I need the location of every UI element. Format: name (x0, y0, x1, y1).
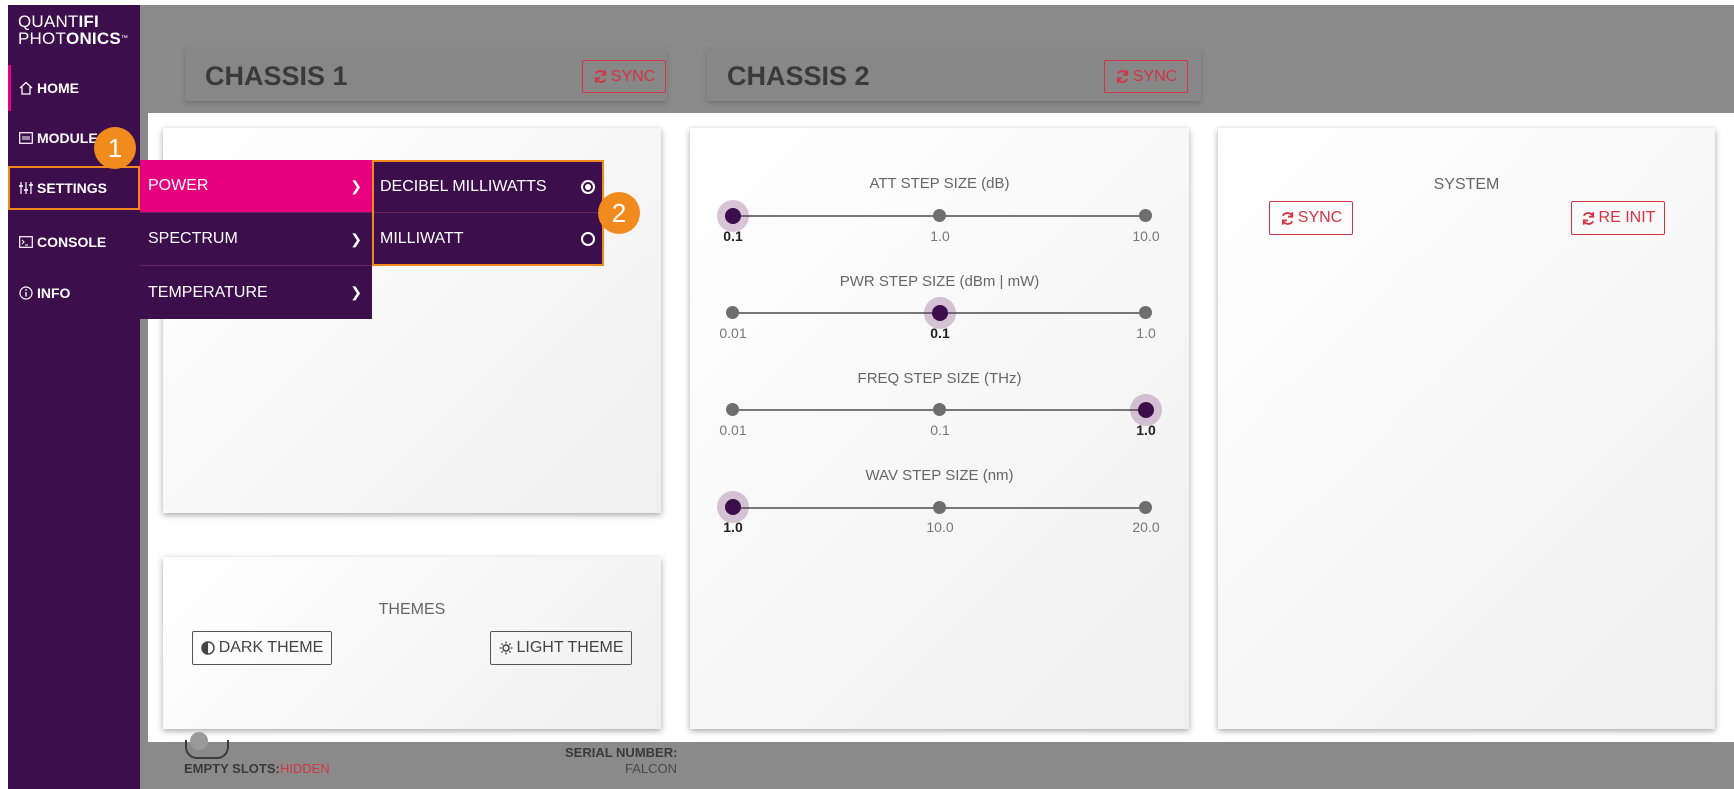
wav-step-slider-handle[interactable] (725, 499, 741, 515)
light-theme-button[interactable]: LIGHT THEME (490, 631, 632, 665)
chassis-title: CHASSIS 2 (727, 61, 870, 91)
tick-label: 1.0 (1136, 325, 1156, 341)
menu-item-spectrum[interactable]: SPECTRUM ❯ (140, 213, 372, 266)
freq-step-tick[interactable] (726, 403, 739, 416)
themes-title: THEMES (378, 601, 446, 618)
pwr-step-size-label: PWR STEP SIZE (dBm | mW) (839, 273, 1040, 290)
dark-theme-label: DARK THEME (218, 639, 324, 656)
sync-label: SYNC (1132, 67, 1178, 85)
annotation-badge-1: 1 (94, 127, 136, 169)
sliders-icon (18, 180, 34, 196)
freq-step-tick[interactable] (933, 403, 946, 416)
att-step-size-label: ATT STEP SIZE (dB) (869, 175, 1010, 192)
tick-label: 0.01 (719, 422, 747, 438)
sidebar-item-label: HOME (37, 80, 79, 96)
system-title: SYSTEM (1433, 176, 1500, 193)
tick-label: 0.01 (719, 325, 747, 341)
refresh-icon (594, 70, 606, 83)
att-step-slider-handle[interactable] (725, 208, 741, 224)
reinit-button[interactable]: RE INIT (1571, 201, 1665, 235)
tick-label: 0.1 (723, 228, 743, 244)
sync-label: SYNC (610, 67, 656, 85)
system-sync-button[interactable]: SYNC (1269, 201, 1353, 235)
serial-number-value: FALCON (625, 761, 678, 776)
tick-label: 1.0 (1136, 422, 1156, 438)
tick-label: 1.0 (930, 228, 950, 244)
sidebar: QUANTIFI PHOTONICS™ HOME MODULES SETTING… (8, 5, 140, 789)
info-icon (18, 285, 34, 301)
console-icon (18, 234, 34, 250)
serial-number-label: SERIAL NUMBER: (565, 745, 678, 760)
chassis-2-sync-button[interactable]: SYNC (1104, 60, 1188, 93)
modules-icon (18, 130, 34, 146)
wav-step-size-label: WAV STEP SIZE (nm) (865, 467, 1014, 484)
chassis-1-header: CHASSIS 1 SYNC (185, 49, 667, 101)
power-option-milliwatt[interactable]: MILLIWATT (374, 213, 602, 264)
menu-item-label: POWER (148, 177, 209, 194)
sidebar-item-info[interactable]: INFO (8, 270, 140, 316)
pwr-step-slider-handle[interactable] (932, 305, 948, 321)
reinit-label: RE INIT (1598, 209, 1656, 226)
radio-checked-icon[interactable] (581, 180, 595, 194)
sidebar-item-settings[interactable]: SETTINGS (8, 166, 140, 210)
sync-label: SYNC (1297, 209, 1343, 226)
menu-item-label: SPECTRUM (148, 230, 238, 247)
home-icon (18, 80, 34, 96)
wav-step-tick[interactable] (1139, 501, 1152, 514)
themes-card: THEMES DARK THEME LIGHT THEME (163, 557, 661, 729)
chassis-title: CHASSIS 1 (205, 61, 348, 91)
sidebar-item-label: CONSOLE (37, 234, 107, 250)
toggle-knob (190, 732, 208, 750)
power-units-submenu: DECIBEL MILLIWATTS MILLIWATT (372, 160, 604, 266)
chevron-right-icon: ❯ (350, 177, 362, 194)
sidebar-item-label: SETTINGS (37, 180, 108, 196)
empty-slots-value: HIDDEN (279, 761, 330, 776)
menu-item-temperature[interactable]: TEMPERATURE ❯ (140, 266, 372, 319)
tick-label: 10.0 (1132, 228, 1160, 244)
att-step-tick[interactable] (1139, 209, 1152, 222)
empty-slots-label: EMPTY SLOTS: (184, 761, 280, 776)
tick-label: 10.0 (926, 519, 954, 535)
chassis-2-header: CHASSIS 2 SYNC (707, 49, 1201, 101)
menu-item-power[interactable]: POWER ❯ (140, 160, 372, 213)
option-label: DECIBEL MILLIWATTS (380, 178, 547, 195)
tick-label: 0.1 (930, 325, 950, 341)
annotation-badge-2: 2 (598, 192, 640, 234)
pwr-step-tick[interactable] (726, 306, 739, 319)
refresh-icon (1281, 211, 1293, 225)
pwr-step-tick[interactable] (1139, 306, 1152, 319)
contrast-icon (200, 641, 215, 655)
system-card: SYSTEM SYNC RE INIT (1218, 128, 1715, 729)
menu-item-label: TEMPERATURE (148, 283, 268, 301)
sidebar-item-console[interactable]: CONSOLE (8, 219, 140, 265)
empty-slots-toggle[interactable] (185, 732, 229, 759)
freq-step-size-label: FREQ STEP SIZE (THz) (857, 370, 1022, 387)
quantifi-logo: QUANTIFI PHOTONICS™ (18, 12, 129, 48)
sidebar-item-label: INFO (37, 285, 71, 301)
chassis-1-sync-button[interactable]: SYNC (582, 60, 666, 93)
freq-step-slider-handle[interactable] (1138, 402, 1154, 418)
refresh-icon (1582, 211, 1594, 225)
tick-label: 20.0 (1132, 519, 1160, 535)
radio-unchecked-icon[interactable] (581, 231, 595, 246)
power-option-decibel-milliwatts[interactable]: DECIBEL MILLIWATTS (374, 162, 602, 213)
refresh-icon (1116, 70, 1128, 83)
sidebar-item-home[interactable]: HOME (8, 65, 140, 111)
light-theme-label: LIGHT THEME (516, 639, 624, 656)
tick-label: 1.0 (723, 519, 743, 535)
dark-theme-button[interactable]: DARK THEME (192, 631, 332, 665)
sun-icon (499, 641, 512, 655)
att-step-tick[interactable] (933, 209, 946, 222)
empty-slots-status: EMPTY SLOTS:HIDDEN (184, 761, 330, 776)
settings-flyout-menu: POWER ❯ SPECTRUM ❯ TEMPERATURE ❯ (140, 160, 372, 319)
chevron-right-icon: ❯ (350, 230, 362, 247)
chevron-right-icon: ❯ (350, 284, 362, 300)
tick-label: 0.1 (930, 422, 950, 438)
step-size-card: ATT STEP SIZE (dB) 0.1 1.0 10.0 PWR STEP… (690, 128, 1189, 729)
option-label: MILLIWATT (380, 229, 464, 247)
wav-step-tick[interactable] (933, 501, 946, 514)
